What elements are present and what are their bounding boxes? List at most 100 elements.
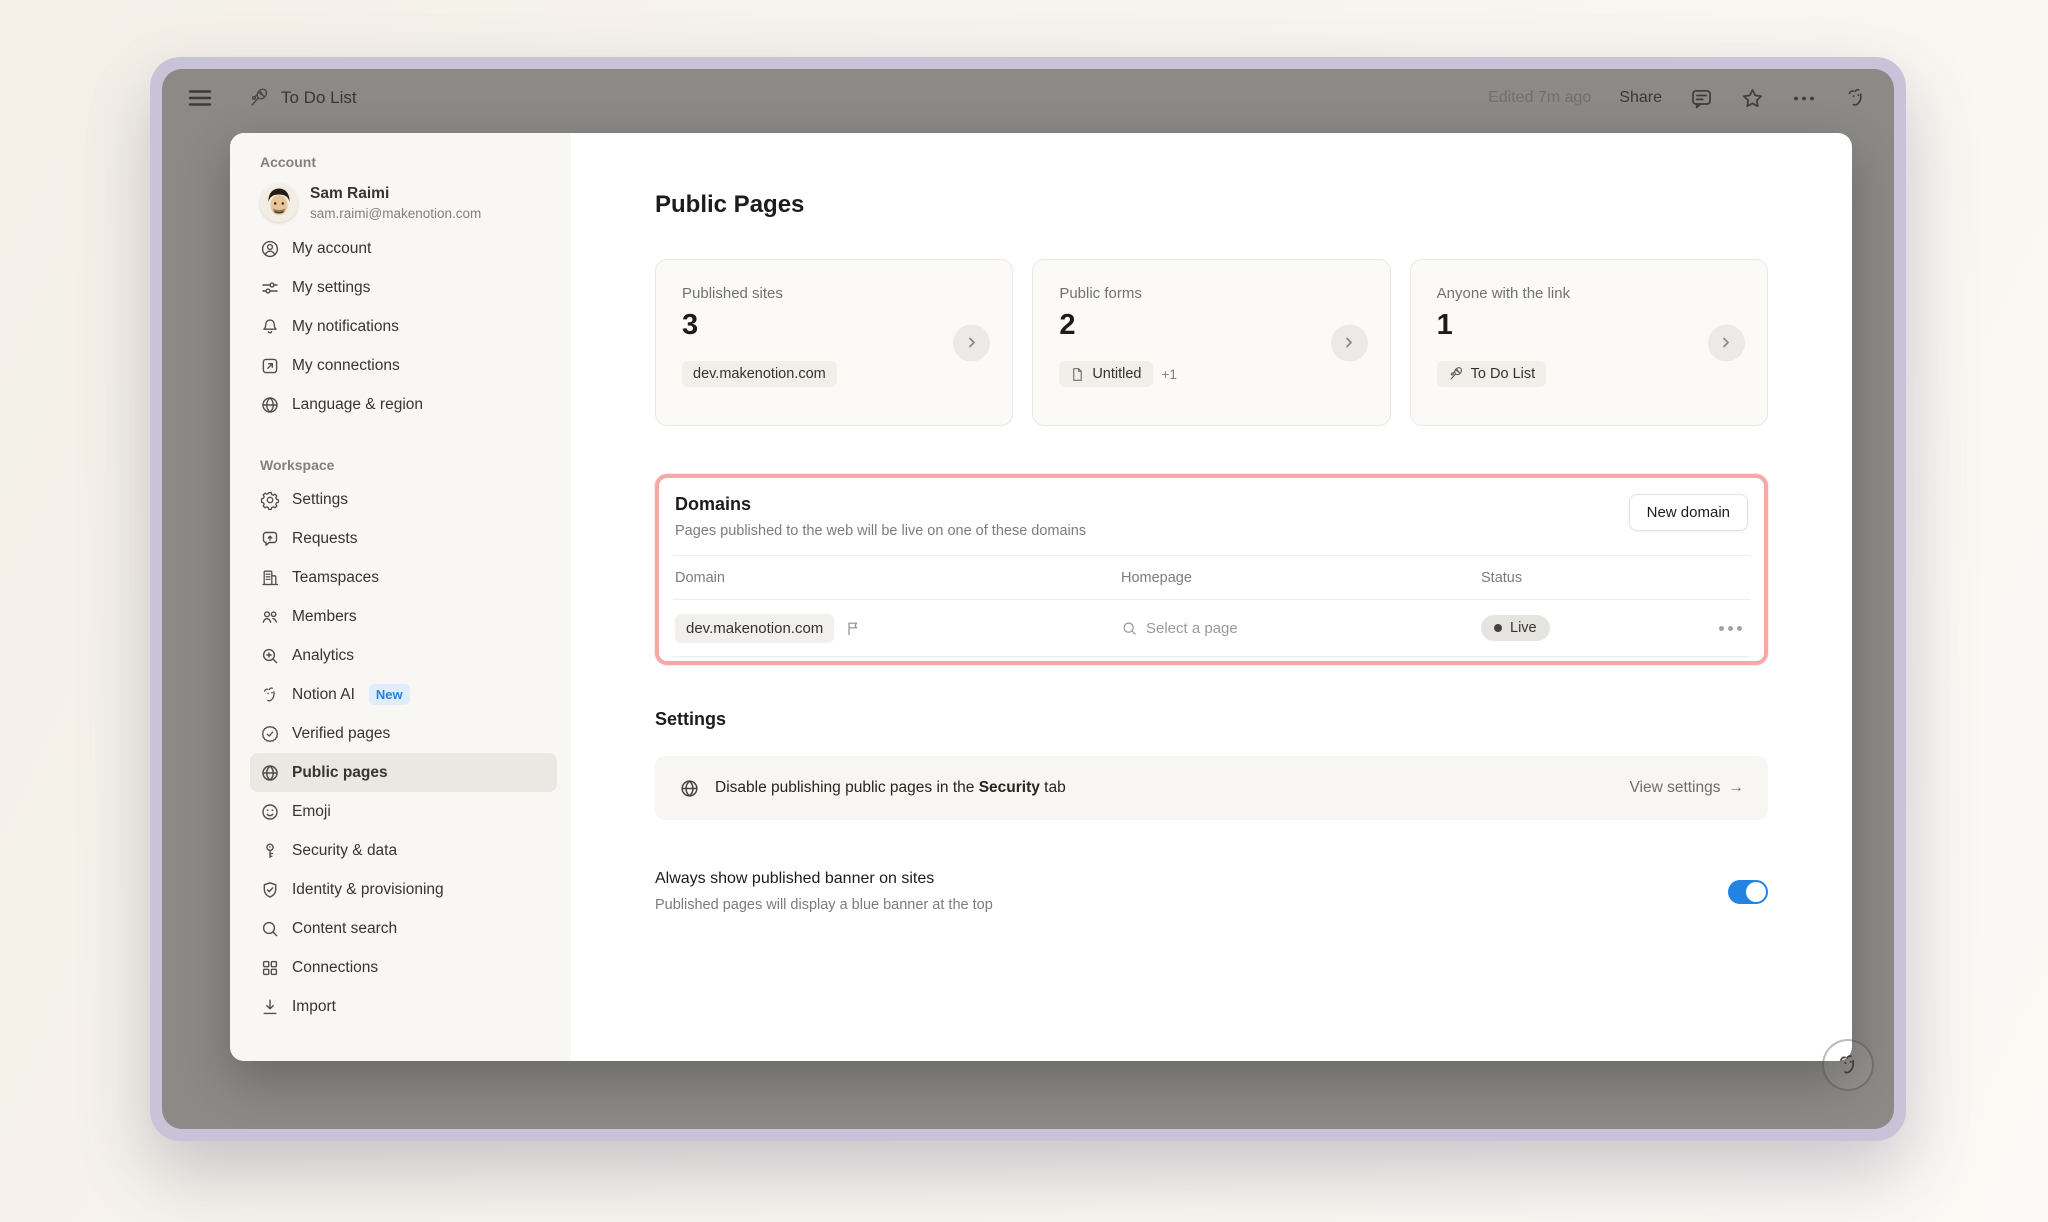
page-title: To Do List [281, 88, 357, 108]
published-sites-card[interactable]: Published sites 3 dev.makenotion.com [655, 259, 1013, 426]
sidebar-item-members[interactable]: Members [250, 597, 557, 636]
chip-label: To Do List [1471, 366, 1535, 382]
notion-ai-button[interactable] [1844, 86, 1868, 110]
flag-icon[interactable] [845, 620, 862, 637]
banner-toggle[interactable] [1728, 880, 1768, 904]
domains-section-highlighted: Domains Pages published to the web will … [655, 474, 1768, 665]
column-header-status: Status [1481, 570, 1750, 586]
sidebar-item-identity-provisioning[interactable]: Identity & provisioning [250, 870, 557, 909]
sidebar-item-import[interactable]: Import [250, 987, 557, 1026]
key-icon [260, 841, 280, 861]
magnifier-plus-icon [260, 646, 280, 666]
sidebar-item-notion-ai[interactable]: Notion AI New [250, 675, 557, 714]
domain-chip[interactable]: dev.makenotion.com [682, 361, 837, 387]
arrow-up-right-square-icon [260, 356, 280, 376]
live-dot-icon [1494, 624, 1502, 632]
sidebar-item-content-search[interactable]: Content search [250, 909, 557, 948]
anyone-with-link-card[interactable]: Anyone with the link 1 To Do List [1410, 259, 1768, 426]
page-chip[interactable]: Untitled [1059, 361, 1152, 387]
sidebar-item-label: Verified pages [292, 725, 390, 743]
sidebar-menu-button[interactable] [188, 89, 212, 107]
comments-button[interactable] [1690, 87, 1713, 110]
sidebar-item-public-pages[interactable]: Public pages [250, 753, 557, 792]
chevron-right-icon[interactable] [953, 324, 990, 361]
gear-icon [260, 490, 280, 510]
shield-check-icon [260, 880, 280, 900]
more-icon [1792, 87, 1816, 110]
select-homepage-input[interactable]: Select a page [1121, 620, 1238, 637]
sidebar-item-my-account[interactable]: My account [250, 229, 557, 268]
sidebar-item-requests[interactable]: Requests [250, 519, 557, 558]
domain-name: dev.makenotion.com [686, 620, 823, 637]
settings-sidebar: Account [230, 133, 571, 1061]
sidebar-item-verified-pages[interactable]: Verified pages [250, 714, 557, 753]
card-count: 2 [1059, 309, 1363, 342]
chevron-right-icon[interactable] [1708, 324, 1745, 361]
summary-cards: Published sites 3 dev.makenotion.com Pub… [655, 259, 1768, 426]
sidebar-item-connections[interactable]: Connections [250, 948, 557, 987]
sidebar-item-label: Teamspaces [292, 569, 379, 587]
sidebar-item-label: My account [292, 240, 371, 258]
sidebar-item-label: Public pages [292, 764, 388, 782]
sidebar-item-language-region[interactable]: Language & region [250, 385, 557, 424]
sidebar-item-teamspaces[interactable]: Teamspaces [250, 558, 557, 597]
domain-name-chip[interactable]: dev.makenotion.com [675, 614, 834, 643]
sidebar-item-label: Content search [292, 920, 397, 938]
import-arrow-icon [260, 997, 280, 1017]
sidebar-item-label: Members [292, 608, 357, 626]
sidebar-item-label: Requests [292, 530, 357, 548]
share-button[interactable]: Share [1619, 89, 1662, 107]
card-label: Published sites [682, 285, 986, 302]
section-label-account: Account [250, 147, 557, 177]
sidebar-item-user-profile[interactable]: Sam Raimi sam.raimi@makenotion.com [250, 177, 557, 229]
settings-title: Settings [655, 709, 1768, 730]
sidebar-item-my-notifications[interactable]: My notifications [250, 307, 557, 346]
chevron-right-icon[interactable] [1331, 324, 1368, 361]
sliders-icon [260, 278, 280, 298]
sidebar-item-label: My notifications [292, 318, 399, 336]
hamburger-icon [188, 89, 212, 107]
card-label: Public forms [1059, 285, 1363, 302]
sidebar-item-label: Emoji [292, 803, 331, 821]
page-chip[interactable]: To Do List [1437, 361, 1546, 387]
more-count: +1 [1162, 367, 1177, 382]
app-window-frame: To Do List Edited 7m ago Share [150, 57, 1906, 1141]
bell-icon [260, 317, 280, 337]
public-forms-card[interactable]: Public forms 2 Untitled +1 [1032, 259, 1390, 426]
sam-raimi-photo [260, 184, 298, 222]
sidebar-item-security-data[interactable]: Security & data [250, 831, 557, 870]
sidebar-item-analytics[interactable]: Analytics [250, 636, 557, 675]
homepage-placeholder: Select a page [1146, 620, 1238, 637]
new-domain-button[interactable]: New domain [1629, 494, 1748, 531]
public-pages-panel: Public Pages Published sites 3 dev.maken… [571, 133, 1852, 1061]
sidebar-item-my-connections[interactable]: My connections [250, 346, 557, 385]
comments-icon [1690, 87, 1713, 110]
panel-title: Public Pages [655, 191, 1768, 219]
sidebar-item-label: Import [292, 998, 336, 1016]
notion-ai-fab[interactable] [1822, 1039, 1874, 1091]
chip-label: Untitled [1092, 366, 1141, 382]
notion-app-window: To Do List Edited 7m ago Share [162, 69, 1894, 1129]
column-header-homepage: Homepage [1121, 570, 1481, 586]
magnifier-icon [260, 919, 280, 939]
sidebar-item-emoji[interactable]: Emoji [250, 792, 557, 831]
view-settings-link[interactable]: View settings → [1629, 779, 1744, 797]
favorite-button[interactable] [1741, 87, 1764, 110]
sidebar-item-label: Settings [292, 491, 348, 509]
sidebar-item-settings[interactable]: Settings [250, 480, 557, 519]
row-more-options-button[interactable] [1719, 626, 1742, 631]
more-options-button[interactable] [1792, 87, 1816, 110]
user-name: Sam Raimi [310, 185, 481, 203]
card-count: 1 [1437, 309, 1741, 342]
card-count: 3 [682, 309, 986, 342]
edited-timestamp: Edited 7m ago [1488, 89, 1591, 107]
sidebar-item-my-settings[interactable]: My settings [250, 268, 557, 307]
desktop-background: To Do List Edited 7m ago Share [0, 0, 2048, 1222]
domains-title: Domains [675, 494, 1086, 515]
page-title-breadcrumb[interactable]: To Do List [248, 87, 357, 109]
avatar [260, 184, 298, 222]
setting-label: Always show published banner on sites [655, 870, 993, 888]
published-banner-setting: Always show published banner on sites Pu… [655, 870, 1768, 913]
page-icon [1070, 367, 1085, 382]
status-label: Live [1510, 620, 1537, 636]
